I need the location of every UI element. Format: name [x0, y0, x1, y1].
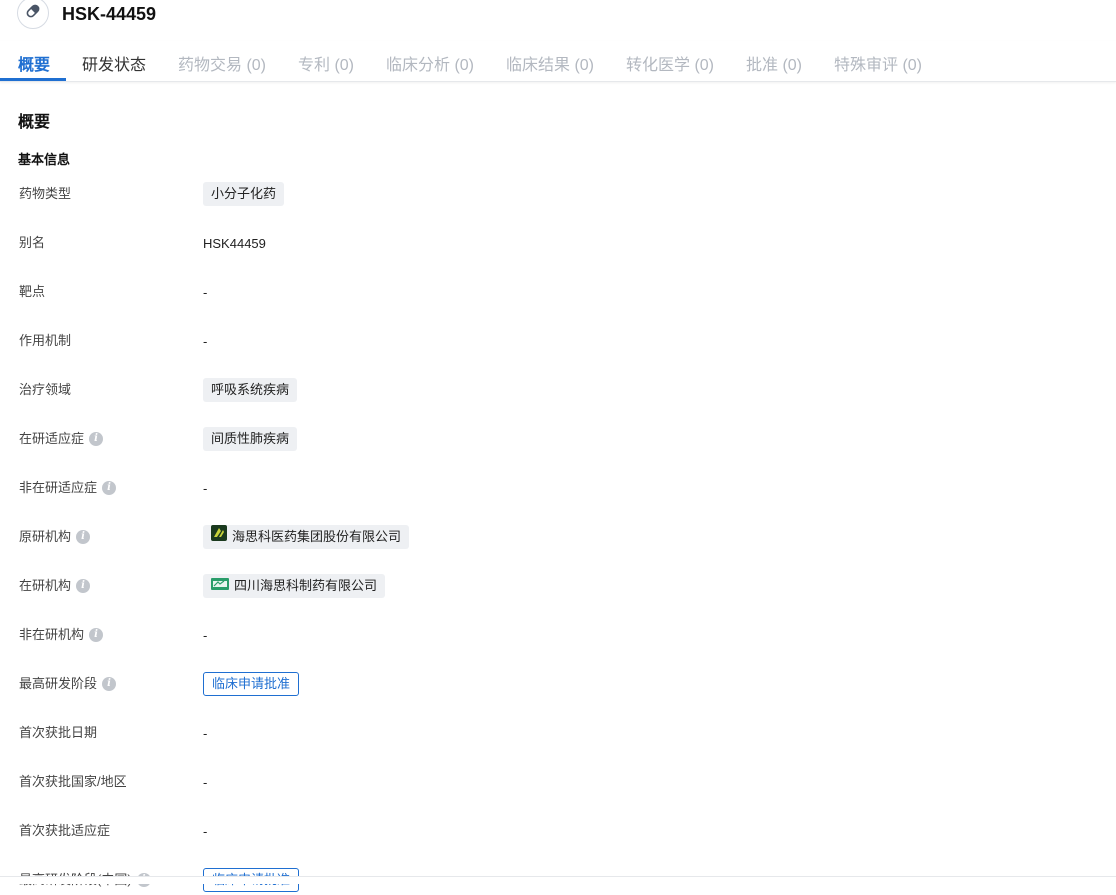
row-first-approval-indication: 首次获批适应症 -	[0, 816, 1116, 846]
drug-header: HSK-44459	[0, 0, 1116, 30]
info-icon[interactable]: i	[89, 628, 104, 642]
info-icon[interactable]: i	[102, 481, 117, 495]
inactive-org-value: -	[203, 627, 208, 643]
row-drug-type: 药物类型 小分子化药	[0, 179, 1116, 209]
field-label: 靶点	[19, 284, 46, 299]
drug-avatar	[17, 0, 49, 29]
row-target: 靶点 -	[0, 277, 1116, 307]
field-label: 首次获批国家/地区	[19, 774, 127, 789]
field-label: 治疗领域	[19, 382, 72, 397]
tab-approvals[interactable]: 批准 (0)	[746, 51, 802, 75]
indication-chip[interactable]: 间质性肺疾病	[203, 427, 298, 451]
field-label: 别名	[19, 235, 46, 250]
info-icon[interactable]: i	[76, 579, 91, 593]
first-approval-indication-value: -	[203, 823, 208, 839]
section-title: 概要	[18, 114, 51, 131]
field-label: 药物类型	[19, 186, 72, 201]
row-inactive-org: 非在研机构 i -	[0, 620, 1116, 650]
tab-drug-deals[interactable]: 药物交易 (0)	[178, 51, 266, 75]
field-label: 首次获批适应症	[19, 823, 111, 838]
tab-overview[interactable]: 概要	[18, 51, 50, 75]
row-first-approval-country: 首次获批国家/地区 -	[0, 767, 1116, 797]
basic-info-title: 基本信息	[18, 152, 71, 167]
tab-clinical-analysis[interactable]: 临床分析 (0)	[386, 51, 474, 75]
alias-value: HSK44459	[203, 235, 266, 251]
row-first-approval-date: 首次获批日期 -	[0, 718, 1116, 748]
field-label: 在研机构 i	[19, 571, 91, 601]
row-originator: 原研机构 i 海思科医药集团股份有限公司	[0, 522, 1116, 552]
first-approval-country-value: -	[203, 774, 208, 790]
row-alias: 别名 HSK44459	[0, 228, 1116, 258]
target-value: -	[203, 284, 208, 300]
row-therapeutic-area: 治疗领域 呼吸系统疾病	[0, 375, 1116, 405]
company-logo-icon	[211, 525, 227, 549]
originator-chip[interactable]: 海思科医药集团股份有限公司	[203, 525, 410, 549]
info-icon[interactable]: i	[102, 677, 117, 691]
phase-tag[interactable]: 临床申请批准	[203, 672, 300, 696]
tab-patents[interactable]: 专利 (0)	[298, 51, 354, 75]
company-logo-icon	[211, 574, 229, 598]
field-label: 在研适应症 i	[19, 424, 104, 454]
tab-rd-status[interactable]: 研发状态	[82, 51, 146, 75]
field-label: 首次获批日期	[19, 725, 98, 740]
tab-clinical-results[interactable]: 临床结果 (0)	[506, 51, 594, 75]
row-highest-phase: 最高研发阶段 i 临床申请批准	[0, 669, 1116, 699]
therapeutic-area-chip[interactable]: 呼吸系统疾病	[203, 378, 298, 402]
active-tab-indicator	[0, 78, 66, 81]
page-title: HSK-44459	[62, 4, 157, 24]
field-label: 非在研机构 i	[19, 620, 104, 650]
row-mechanism: 作用机制 -	[0, 326, 1116, 356]
mechanism-value: -	[203, 333, 208, 349]
field-label: 非在研适应症 i	[19, 473, 117, 503]
tab-bar: 概要 研发状态 药物交易 (0) 专利 (0) 临床分析 (0) 临床结果 (0…	[0, 41, 1116, 82]
row-active-org: 在研机构 i 四川海思科制药有限公司	[0, 571, 1116, 601]
row-inactive-indication: 非在研适应症 i -	[0, 473, 1116, 503]
field-label: 作用机制	[19, 333, 72, 348]
tab-special-review[interactable]: 特殊审评 (0)	[834, 51, 922, 75]
inactive-indication-value: -	[203, 480, 208, 496]
field-label: 最高研发阶段 i	[19, 669, 117, 699]
info-icon[interactable]: i	[89, 432, 104, 446]
active-org-chip[interactable]: 四川海思科制药有限公司	[203, 574, 386, 598]
tab-translational-medicine[interactable]: 转化医学 (0)	[626, 51, 714, 75]
drug-type-chip[interactable]: 小分子化药	[203, 182, 285, 206]
first-approval-date-value: -	[203, 725, 208, 741]
field-label: 原研机构 i	[19, 522, 91, 552]
pill-icon	[24, 2, 42, 25]
row-active-indication: 在研适应症 i 间质性肺疾病	[0, 424, 1116, 454]
info-icon[interactable]: i	[76, 530, 91, 544]
